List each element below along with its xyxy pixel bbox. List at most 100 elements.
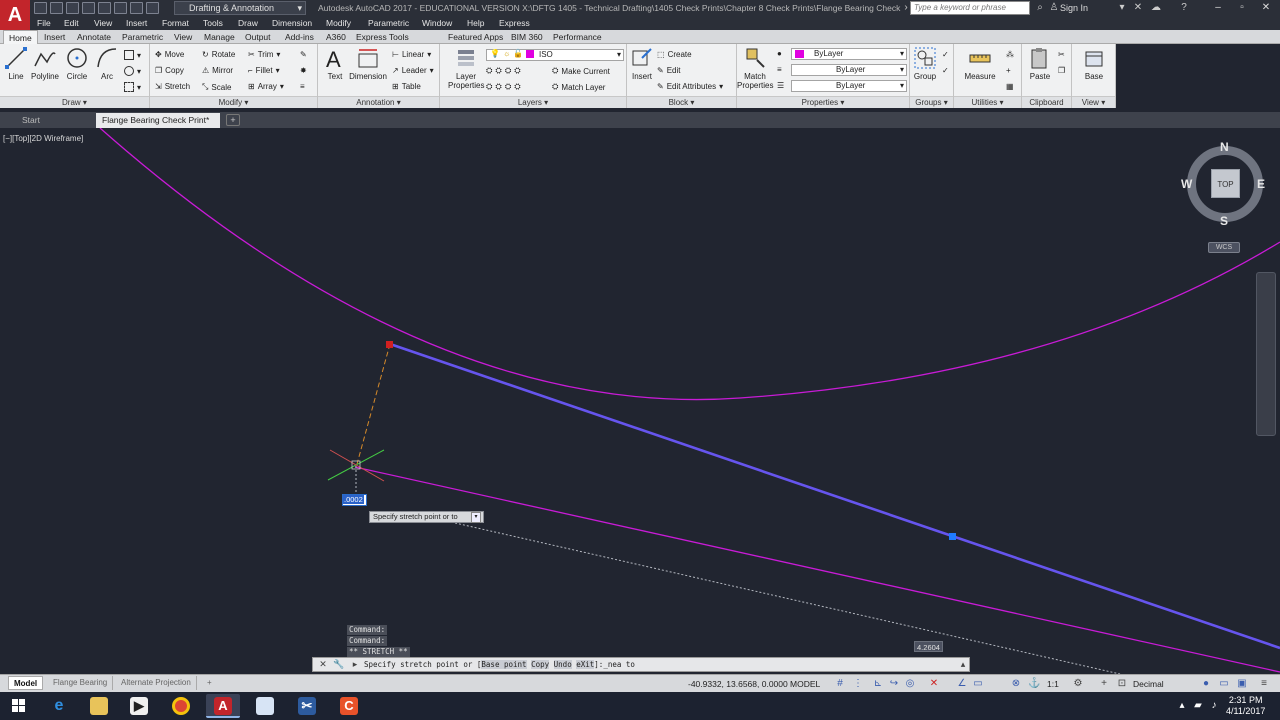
- annotation-scale[interactable]: 1:1: [1047, 679, 1059, 689]
- tab-output[interactable]: Output: [245, 32, 271, 42]
- circle-button[interactable]: Circle: [64, 46, 90, 81]
- menu-help[interactable]: Help: [467, 18, 484, 28]
- application-menu-button[interactable]: A: [0, 0, 30, 30]
- polyline-button[interactable]: Polyline: [28, 46, 62, 81]
- match-properties-button[interactable]: Match Properties: [737, 46, 773, 90]
- create-block-button[interactable]: ⬚ Create: [657, 50, 692, 59]
- tab-manage[interactable]: Manage: [204, 32, 235, 42]
- option-undo[interactable]: Undo: [553, 660, 572, 669]
- erase-button[interactable]: ✎: [300, 50, 307, 59]
- menu-window[interactable]: Window: [422, 18, 452, 28]
- utilities-panel-title[interactable]: Utilities ▾: [954, 96, 1021, 108]
- stretch-button[interactable]: ⇲ Stretch: [155, 82, 190, 91]
- groups-panel-title[interactable]: Groups ▾: [910, 96, 953, 108]
- units-selector[interactable]: Decimal: [1133, 679, 1164, 689]
- menu-file[interactable]: File: [37, 18, 51, 28]
- maximize-button[interactable]: ▫: [1230, 0, 1254, 15]
- menu-tools[interactable]: Tools: [203, 18, 223, 28]
- taskbar-internet-explorer[interactable]: e: [42, 694, 76, 718]
- layer-properties-button[interactable]: Layer Properties: [448, 46, 484, 90]
- menu-modify[interactable]: Modify: [326, 18, 351, 28]
- rotate-button[interactable]: ↻ Rotate: [202, 50, 235, 59]
- trim-button[interactable]: ✂ Trim ▾: [248, 50, 280, 59]
- tab-express-tools[interactable]: Express Tools: [356, 32, 409, 42]
- grid-icon[interactable]: #: [834, 678, 846, 690]
- hardware-acceleration-icon[interactable]: ▭: [1218, 678, 1230, 690]
- taskbar-media-player[interactable]: ▶: [122, 694, 156, 718]
- view-cube[interactable]: TOP N S E W: [1181, 140, 1267, 230]
- plot-icon[interactable]: [114, 2, 127, 14]
- group-edit-icon[interactable]: ✓: [942, 66, 949, 75]
- block-panel-title[interactable]: Block ▾: [627, 96, 736, 108]
- tab-bim-360[interactable]: BIM 360: [511, 32, 543, 42]
- new-icon[interactable]: [34, 2, 47, 14]
- taskbar-clock[interactable]: 2:31 PM 4/11/2017: [1226, 695, 1265, 717]
- array-button[interactable]: ⊞ Array ▾: [248, 82, 284, 91]
- view-cube-top-face[interactable]: TOP: [1211, 169, 1240, 198]
- layers-panel-title[interactable]: Layers ▾: [440, 96, 626, 108]
- workspace-gear-icon[interactable]: ⚙: [1072, 678, 1084, 690]
- minimize-button[interactable]: –: [1206, 0, 1230, 15]
- tray-network-icon[interactable]: ▰: [1192, 700, 1204, 712]
- close-button[interactable]: ✕: [1254, 0, 1278, 15]
- offset-button[interactable]: ≡: [300, 82, 305, 91]
- isolate-icon[interactable]: ●: [1200, 678, 1212, 690]
- tab-insert[interactable]: Insert: [44, 32, 65, 42]
- scale-button[interactable]: ⤡ Scale: [202, 82, 231, 92]
- dimension-button[interactable]: Dimension: [348, 46, 388, 81]
- exchange-icon[interactable]: ✕: [1132, 2, 1144, 14]
- help-icon[interactable]: ?: [1178, 2, 1190, 14]
- rectangle-button[interactable]: ▾: [124, 50, 141, 60]
- tab-view[interactable]: View: [174, 32, 192, 42]
- isodraft-icon[interactable]: ◎: [904, 678, 916, 690]
- drawing-canvas[interactable]: [0, 128, 1280, 674]
- undo-icon[interactable]: [130, 2, 143, 14]
- customization-menu-icon[interactable]: ≡: [1258, 678, 1270, 690]
- tray-overflow-icon[interactable]: ▴: [1176, 700, 1188, 712]
- drawing-tab[interactable]: Flange Bearing Check Print*: [96, 113, 220, 128]
- graphics-icon[interactable]: ⊡: [1116, 678, 1128, 690]
- chevron-down-icon[interactable]: ▾: [1116, 2, 1128, 14]
- hot-grip[interactable]: [386, 341, 393, 348]
- annotation-panel-title[interactable]: Annotation ▾: [318, 96, 439, 108]
- recent-commands-icon[interactable]: ▸: [349, 658, 361, 671]
- color-combo[interactable]: ByLayer: [791, 48, 907, 60]
- clean-screen-icon[interactable]: ▣: [1236, 678, 1248, 690]
- menu-view[interactable]: View: [94, 18, 112, 28]
- menu-draw[interactable]: Draw: [238, 18, 258, 28]
- workspace-selector[interactable]: Drafting & Annotation: [174, 1, 306, 15]
- view-panel-title[interactable]: View ▾: [1072, 96, 1115, 108]
- paste-button[interactable]: Paste: [1026, 46, 1054, 81]
- calculator-icon[interactable]: ▦: [1006, 82, 1014, 91]
- option-base-point[interactable]: Base point: [481, 660, 527, 669]
- draw-panel-title[interactable]: Draw ▾: [0, 96, 149, 108]
- taskbar-chrome[interactable]: [164, 694, 198, 718]
- search-icon[interactable]: ⌕: [1034, 2, 1046, 14]
- id-point-icon[interactable]: +: [1006, 66, 1011, 75]
- tab-home[interactable]: Home: [3, 30, 38, 45]
- new-tab-button[interactable]: +: [226, 114, 240, 126]
- viewport-controls-label[interactable]: [−][Top][2D Wireframe]: [3, 134, 83, 143]
- edit-block-button[interactable]: ✎ Edit: [657, 66, 681, 75]
- insert-block-button[interactable]: Insert: [629, 46, 655, 81]
- measure-button[interactable]: Measure: [960, 46, 1000, 81]
- cut-icon[interactable]: ✂: [1058, 50, 1065, 59]
- add-layout-icon[interactable]: +: [202, 676, 217, 690]
- option-copy[interactable]: Copy: [531, 660, 550, 669]
- compass-south[interactable]: S: [1220, 214, 1228, 228]
- start-tab[interactable]: Start: [16, 113, 46, 128]
- arc-button[interactable]: Arc: [94, 46, 120, 81]
- selected-tangent-line[interactable]: [389, 342, 1280, 650]
- command-line-expand-icon[interactable]: ▴: [957, 658, 969, 671]
- web-mobile-icon[interactable]: [98, 2, 111, 14]
- taskbar-autocad[interactable]: A: [206, 694, 240, 718]
- midpoint-grip[interactable]: [949, 533, 956, 540]
- model-space-button[interactable]: MODEL: [790, 679, 820, 689]
- redo-icon[interactable]: [146, 2, 159, 14]
- base-view-button[interactable]: Base: [1080, 46, 1108, 81]
- leader-button[interactable]: ↗ Leader ▾: [392, 66, 434, 75]
- draw-more-button[interactable]: ▾: [124, 82, 141, 92]
- compass-north[interactable]: N: [1220, 140, 1229, 154]
- menu-parametric[interactable]: Parametric: [368, 18, 409, 28]
- layout-tab-alternate-projection[interactable]: Alternate Projection: [116, 676, 197, 690]
